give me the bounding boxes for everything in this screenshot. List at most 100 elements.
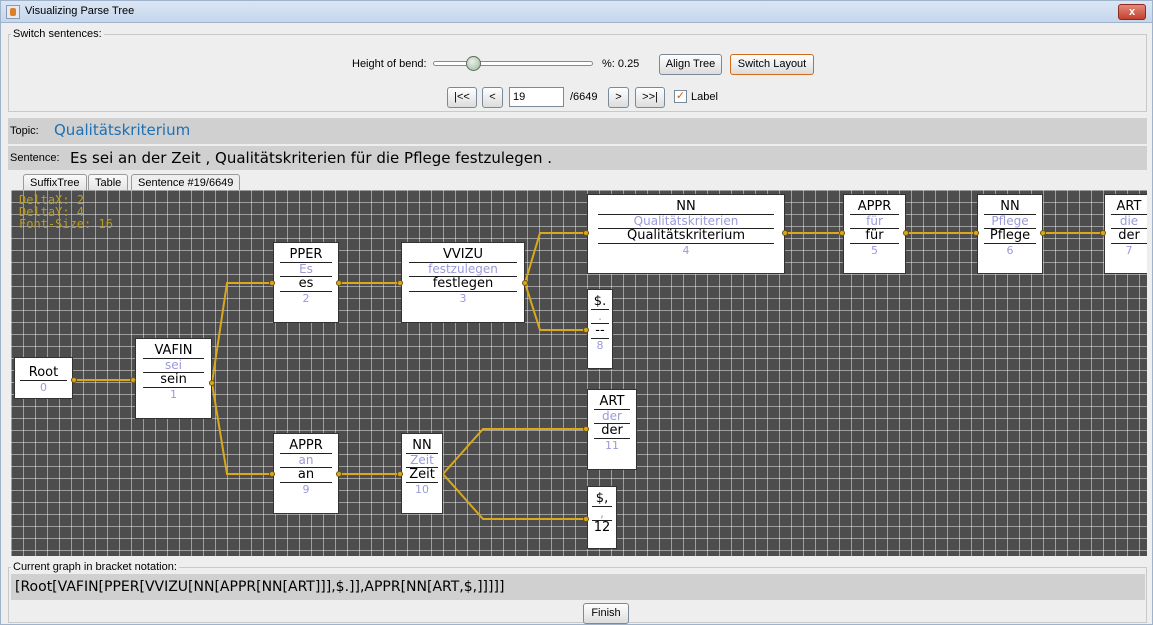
edge-vvizu-nn: [524, 232, 586, 284]
sentence-label: Sentence:: [10, 152, 60, 164]
node-tag: $,: [595, 491, 609, 506]
bracket-notation-value: [Root[VAFIN[PPER[VVIZU[NN[APPR[NN[ART]]]…: [11, 574, 1145, 600]
connector-pin: [336, 471, 342, 477]
node-number: 4: [682, 244, 690, 257]
node-word: ,: [592, 506, 612, 520]
node-tag: Root: [20, 366, 67, 381]
node-tag: PPER: [289, 247, 323, 262]
font-size-label: Font-Size: 16: [19, 217, 113, 231]
tree-node-vvizu[interactable]: VVIZU festzulegen festlegen 3: [401, 242, 525, 323]
tab-suffixtree[interactable]: SuffixTree: [23, 174, 87, 191]
node-lemma: es: [280, 276, 332, 292]
edge-vvizu-dollar-dot: [524, 282, 586, 331]
node-tag: APPR: [857, 199, 892, 214]
node-lemma: --: [591, 323, 609, 339]
prev-sentence-button[interactable]: <: [482, 87, 503, 108]
height-of-bend-label: Height of bend:: [352, 58, 427, 70]
node-number: 1: [170, 388, 177, 401]
parse-tree-canvas[interactable]: DeltaX: 2 DeltaY: 4 Font-Size: 16 Root 0…: [11, 190, 1147, 556]
sentence-bar: Sentence: Es sei an der Zeit , Qualitäts…: [8, 146, 1147, 170]
tree-node-root[interactable]: Root 0: [14, 357, 73, 399]
node-word: Es: [280, 262, 332, 276]
bend-percent-label: %: 0.25: [602, 58, 640, 70]
topic-bar: Topic: Qualitätskriterium: [8, 118, 1147, 144]
connector-pin: [71, 377, 77, 383]
tree-node-art-der[interactable]: ART der der 11: [587, 389, 637, 470]
connector-pin: [1100, 230, 1106, 236]
sentence-total-label: /6649: [570, 91, 598, 103]
node-word: festzulegen: [409, 262, 517, 276]
tree-node-appr-fuer[interactable]: APPR für für 5: [843, 194, 906, 274]
node-lemma: an: [280, 467, 332, 483]
node-lemma: Pflege: [984, 228, 1036, 244]
tree-node-art-die[interactable]: ART die der 7: [1104, 194, 1147, 274]
switch-layout-button[interactable]: Switch Layout: [730, 54, 814, 75]
node-tag: VAFIN: [154, 343, 193, 358]
first-sentence-button[interactable]: |<<: [447, 87, 477, 108]
tree-node-punct-comma[interactable]: $, , 12: [587, 486, 617, 549]
finish-button[interactable]: Finish: [583, 603, 629, 624]
node-word: Zeit: [406, 453, 438, 467]
connector-pin: [397, 471, 403, 477]
window-title: Visualizing Parse Tree: [25, 5, 135, 17]
node-lemma: Zeit: [406, 467, 438, 483]
node-number: 3: [459, 292, 467, 305]
tree-node-nn-pflege[interactable]: NN Pflege Pflege 6: [977, 194, 1043, 274]
connector-pin: [583, 426, 589, 432]
node-lemma: der: [594, 423, 630, 439]
bracket-notation-legend: Current graph in bracket notation:: [13, 561, 177, 573]
tree-node-vafin[interactable]: VAFIN sei sein 1: [135, 338, 212, 419]
topic-value: Qualitätskriterium: [54, 121, 191, 139]
node-number: 11: [605, 439, 619, 452]
connector-pin: [583, 230, 589, 236]
node-lemma: der: [1111, 228, 1147, 244]
node-word: an: [280, 453, 332, 467]
node-tag: VVIZU: [442, 247, 484, 262]
align-tree-button[interactable]: Align Tree: [659, 54, 722, 75]
topic-label: Topic:: [10, 125, 39, 137]
label-checkbox[interactable]: ✓: [674, 90, 687, 103]
connector-pin: [583, 327, 589, 333]
tab-sentence[interactable]: Sentence #19/6649: [131, 174, 241, 191]
connector-pin: [1040, 230, 1046, 236]
node-tag: $.: [593, 294, 607, 309]
tree-node-pper[interactable]: PPER Es es 2: [273, 242, 339, 323]
edge-vafin-appr: [211, 382, 272, 475]
tree-node-nn-zeit[interactable]: NN Zeit Zeit 10: [401, 433, 443, 514]
node-number: 6: [1006, 244, 1014, 257]
title-bar: Visualizing Parse Tree x: [1, 1, 1152, 23]
edge-nn-art-der: [442, 428, 586, 475]
node-lemma: sein: [143, 372, 204, 388]
label-checkbox-label: Label: [691, 91, 718, 103]
node-word: die: [1111, 214, 1147, 228]
connector-pin: [269, 471, 275, 477]
sentence-index-input[interactable]: 19: [509, 87, 564, 107]
connector-pin: [336, 280, 342, 286]
edge-vafin-pper: [211, 282, 272, 384]
node-number: 0: [40, 381, 47, 394]
tree-node-nn-qualitaet[interactable]: NN Qualitätskriterien Qualitätskriterium…: [587, 194, 785, 274]
bend-slider-thumb[interactable]: [466, 56, 481, 71]
tree-node-appr-an[interactable]: APPR an an 9: [273, 433, 339, 514]
node-number: 2: [302, 292, 310, 305]
connector-pin: [583, 516, 589, 522]
bend-slider-track[interactable]: [433, 61, 593, 66]
connector-pin: [973, 230, 979, 236]
close-button[interactable]: x: [1118, 4, 1146, 20]
java-app-icon: [6, 5, 20, 19]
tree-node-punct-period[interactable]: $. . -- 8: [587, 289, 613, 369]
node-number: 5: [871, 244, 878, 257]
node-word: Pflege: [984, 214, 1036, 228]
node-word: Qualitätskriterien: [598, 214, 774, 228]
tab-table[interactable]: Table: [88, 174, 129, 191]
last-sentence-button[interactable]: >>|: [635, 87, 665, 108]
node-tag: ART: [599, 394, 625, 409]
node-number: 10: [415, 483, 429, 496]
node-word: sei: [143, 358, 204, 372]
next-sentence-button[interactable]: >: [608, 87, 629, 108]
connector-pin: [269, 280, 275, 286]
sentence-value: Es sei an der Zeit , Qualitätskriterien …: [70, 149, 553, 167]
node-number: 8: [596, 339, 604, 352]
node-number: 9: [302, 483, 310, 496]
node-tag: NN: [1000, 199, 1020, 214]
